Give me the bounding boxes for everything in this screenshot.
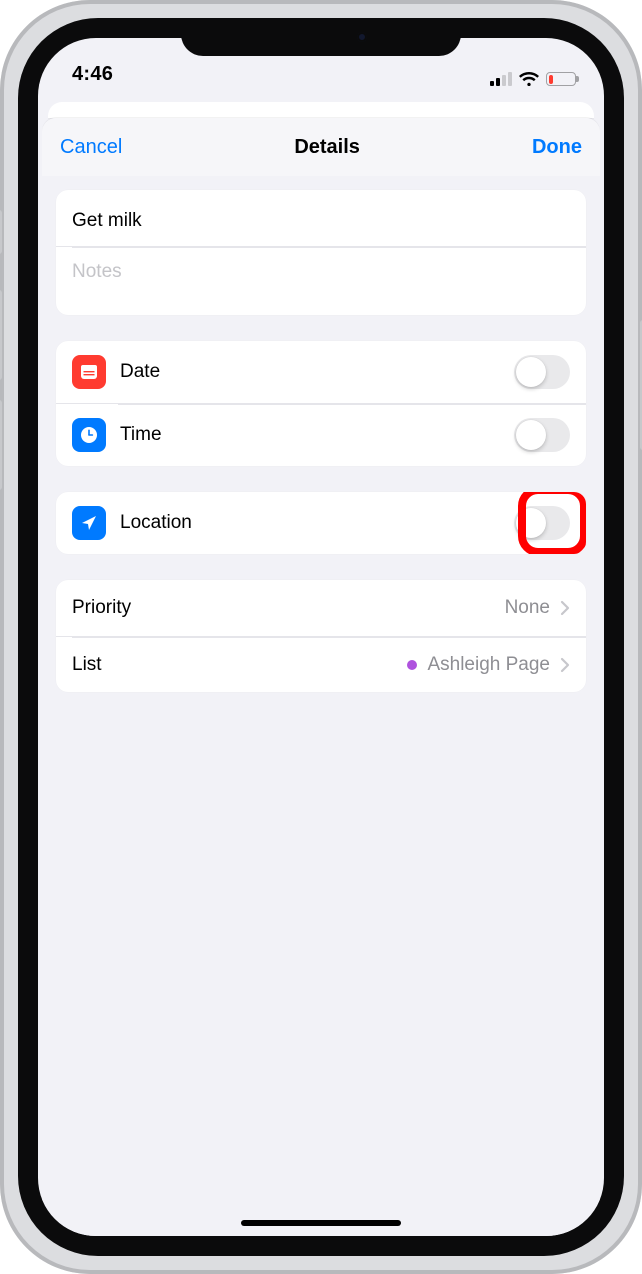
priority-list-group: Priority None List Ashleigh Page	[56, 580, 586, 692]
chevron-right-icon	[560, 657, 570, 673]
priority-label: Priority	[72, 597, 491, 619]
date-label: Date	[120, 361, 500, 383]
reminder-title-input[interactable]	[72, 208, 570, 234]
location-group: Location	[56, 492, 586, 554]
battery-icon	[546, 72, 576, 86]
details-sheet: Cancel Details Done	[42, 118, 600, 1236]
calendar-icon	[72, 355, 106, 389]
screen: 4:46 Cancel Details Done	[38, 38, 604, 1236]
page-title: Details	[294, 136, 360, 159]
date-row: Date	[56, 341, 586, 403]
title-row[interactable]	[56, 190, 586, 246]
side-button-silence	[0, 210, 2, 254]
side-button-vol-up	[0, 290, 2, 380]
nav-bar: Cancel Details Done	[42, 118, 600, 176]
side-button-vol-down	[0, 400, 2, 490]
phone-frame: 4:46 Cancel Details Done	[0, 0, 642, 1274]
location-toggle[interactable]	[514, 506, 570, 540]
list-row[interactable]: List Ashleigh Page	[56, 636, 586, 692]
list-color-dot	[407, 660, 417, 670]
notch	[181, 18, 461, 56]
list-label: List	[72, 654, 393, 676]
cellular-icon	[490, 72, 512, 86]
notes-row[interactable]	[56, 246, 586, 315]
location-label: Location	[120, 512, 500, 534]
location-row: Location	[56, 492, 586, 554]
status-right	[490, 72, 576, 86]
sheet-content: Date Time	[42, 176, 600, 1236]
clock-icon	[72, 418, 106, 452]
underlying-sheet-edge	[48, 102, 594, 118]
phone-bezel: 4:46 Cancel Details Done	[18, 18, 624, 1256]
cancel-button[interactable]: Cancel	[60, 136, 122, 159]
status-time: 4:46	[72, 63, 113, 86]
wifi-icon	[519, 72, 539, 86]
priority-row[interactable]: Priority None	[56, 580, 586, 636]
chevron-right-icon	[560, 600, 570, 616]
priority-value: None	[505, 597, 550, 619]
time-row: Time	[56, 403, 586, 466]
home-indicator[interactable]	[241, 1220, 401, 1226]
time-toggle[interactable]	[514, 418, 570, 452]
date-time-group: Date Time	[56, 341, 586, 466]
date-toggle[interactable]	[514, 355, 570, 389]
reminder-notes-input[interactable]	[72, 259, 570, 285]
time-label: Time	[120, 424, 500, 446]
list-value: Ashleigh Page	[427, 654, 550, 676]
title-notes-group	[56, 190, 586, 315]
done-button[interactable]: Done	[532, 136, 582, 159]
location-arrow-icon	[72, 506, 106, 540]
